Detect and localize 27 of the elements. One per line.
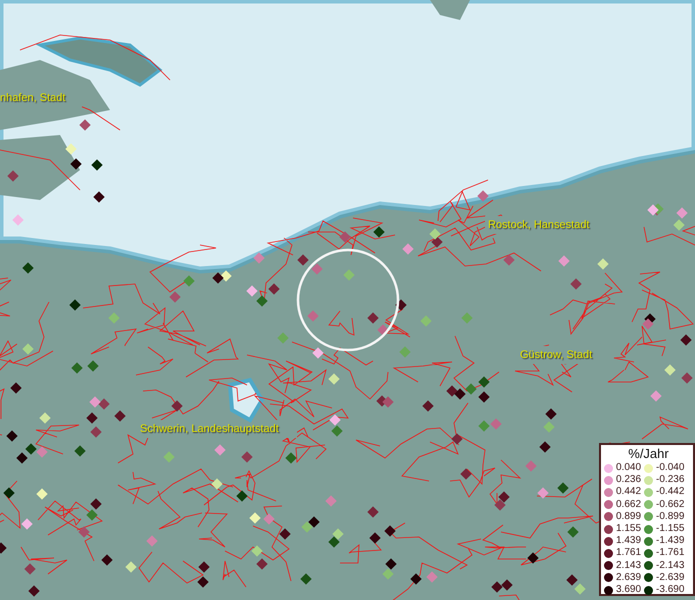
legend-value: 0.040 — [616, 462, 642, 474]
legend-value: -3.690 — [656, 584, 684, 596]
legend-value: 1.439 — [616, 535, 642, 548]
place-label: nhafen, Stadt — [0, 92, 66, 104]
legend-value: 1.155 — [616, 523, 642, 536]
legend-value: 3.690 — [616, 584, 642, 596]
legend-value: -0.662 — [656, 498, 684, 511]
legend-value: -2.143 — [656, 560, 684, 572]
legend-value: 0.899 — [616, 510, 642, 524]
legend-value: -2.639 — [656, 572, 684, 584]
legend-value: -1.155 — [656, 523, 684, 536]
legend-value: -1.761 — [656, 547, 684, 560]
legend-value: -1.439 — [656, 535, 684, 548]
place-label: Schwerin, Landeshauptstadt — [140, 423, 279, 435]
legend-value: -0.236 — [656, 474, 684, 486]
legend-value: 2.143 — [616, 560, 642, 572]
legend-title: %/Jahr — [627, 446, 670, 461]
legend-value: 0.236 — [616, 474, 642, 486]
legend-value: -0.040 — [656, 462, 684, 474]
legend-value: -0.899 — [656, 510, 684, 524]
legend-value: 0.442 — [616, 486, 642, 499]
legend-value: 1.761 — [616, 547, 642, 560]
place-label: Rostock, Hansestadt — [488, 219, 590, 231]
legend-value: 2.639 — [616, 572, 642, 584]
place-label: Güstrow, Stadt — [520, 349, 592, 361]
legend-value: -0.442 — [656, 486, 684, 499]
legend-value: 0.662 — [616, 498, 642, 511]
